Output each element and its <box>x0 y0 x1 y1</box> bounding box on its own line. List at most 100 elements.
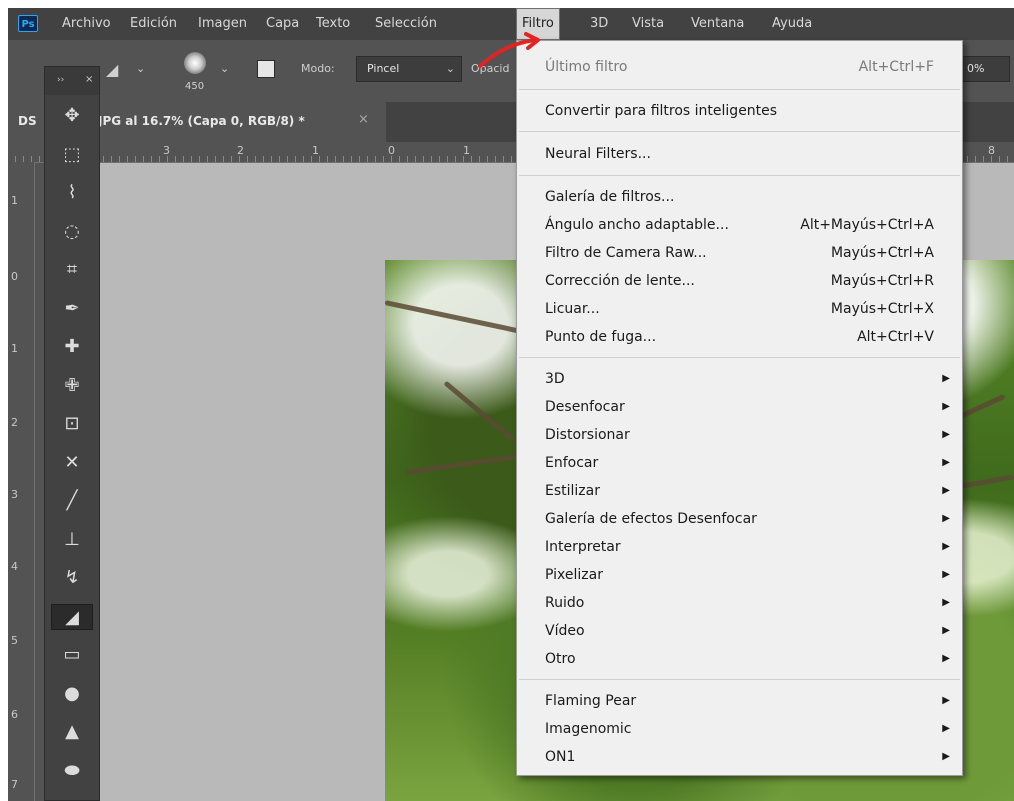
flow-value-field[interactable]: 0% <box>958 56 1010 82</box>
menu-item-galería-de-efectos-desenfocar[interactable]: Galería de efectos Desenfocar ▶ <box>517 505 962 533</box>
menu-item-on1[interactable]: ON1 ▶ <box>517 743 962 771</box>
menu-seleccion[interactable]: Selección <box>375 8 437 40</box>
toolbox-header: ›› × <box>45 67 99 95</box>
menu-archivo[interactable]: Archivo <box>62 8 111 40</box>
submenu-arrow-icon: ▶ <box>942 513 950 524</box>
mode-label: Modo: <box>301 62 335 75</box>
menu-item-otro[interactable]: Otro ▶ <box>517 645 962 673</box>
ruler-number: 1 <box>11 342 18 355</box>
photoshop-logo-icon[interactable]: Ps <box>18 15 38 32</box>
ruler-number: 2 <box>11 416 18 429</box>
document-tab-title: JPG al 16.7% (Capa 0, RGB/8) * <box>98 114 305 128</box>
ruler-number: 7 <box>11 778 18 791</box>
menu-capa[interactable]: Capa <box>266 8 299 40</box>
branch-shape <box>443 380 516 443</box>
ruler-number: 1 <box>463 144 470 157</box>
menu-item-label: Estilizar <box>545 483 600 499</box>
flow-value: 0% <box>967 62 985 75</box>
menu-item-punto-de-fuga[interactable]: Punto de fuga... Alt+Ctrl+V <box>517 323 962 351</box>
menu-item-label: Último filtro <box>545 59 628 75</box>
menu-item-galería-de-filtros[interactable]: Galería de filtros... <box>517 183 962 211</box>
menu-item-label: Licuar... <box>545 301 600 317</box>
menu-item-enfocar[interactable]: Enfocar ▶ <box>517 449 962 477</box>
menu-item-desenfocar[interactable]: Desenfocar ▶ <box>517 393 962 421</box>
ruler-number: 8 <box>988 144 995 157</box>
menu-item-3d[interactable]: 3D ▶ <box>517 365 962 393</box>
crop-tool-icon[interactable]: ⌗ <box>51 257 93 283</box>
expand-toolbox-icon[interactable]: ›› <box>57 75 64 85</box>
menu-item-pixelizar[interactable]: Pixelizar ▶ <box>517 561 962 589</box>
menu-item-shortcut: Mayús+Ctrl+X <box>830 301 934 317</box>
menu-item-shortcut: Alt+Ctrl+F <box>858 59 934 75</box>
toolbox-panel: ›› × ✥ ⬚ ⌇ ◌ ⌗ ✒ ✚ ✙ ⊡ ✕ ╱ ⊥ ↯ ◢ ▭ ● ▲ ⬬ <box>44 66 100 801</box>
blur-tool-icon[interactable]: ● <box>51 681 93 707</box>
preset-dropdown-arrow-icon[interactable]: ⌄ <box>136 62 145 75</box>
dodge-tool-icon[interactable]: ⬬ <box>51 758 93 784</box>
brush-settings-icon[interactable] <box>257 60 275 78</box>
menu-texto[interactable]: Texto <box>316 8 350 40</box>
menu-item-distorsionar[interactable]: Distorsionar ▶ <box>517 421 962 449</box>
healing-brush-tool-icon[interactable]: ✙ <box>51 373 93 399</box>
menu-item-ruido[interactable]: Ruido ▶ <box>517 589 962 617</box>
menu-item-label: Distorsionar <box>545 427 630 443</box>
ruler-number: 1 <box>312 144 319 157</box>
mode-select-value: Pincel <box>367 62 400 75</box>
menu-item-interpretar[interactable]: Interpretar ▶ <box>517 533 962 561</box>
menu-vista[interactable]: Vista <box>632 8 664 40</box>
eraser-preset-icon[interactable]: ◢ <box>106 60 118 79</box>
eraser-tool-icon[interactable]: ◢ <box>51 603 93 630</box>
brush-preview[interactable] <box>184 52 206 74</box>
menu-item-neural-filters[interactable]: Neural Filters... <box>517 140 962 168</box>
branch-shape <box>385 300 533 337</box>
menu-item-estilizar[interactable]: Estilizar ▶ <box>517 477 962 505</box>
menu-item-imagenomic[interactable]: Imagenomic ▶ <box>517 715 962 743</box>
history-brush-tool-icon[interactable]: ↯ <box>51 565 93 591</box>
lasso-tool-icon[interactable]: ⌇ <box>51 180 93 206</box>
menu-item-corrección-de-lente[interactable]: Corrección de lente... Mayús+Ctrl+R <box>517 267 962 295</box>
patch-tool-icon[interactable]: ⊡ <box>51 411 93 437</box>
menu-ayuda[interactable]: Ayuda <box>772 8 812 40</box>
menu-item-ángulo-ancho-adaptable[interactable]: Ángulo ancho adaptable... Alt+Mayús+Ctrl+… <box>517 211 962 239</box>
marquee-tool-icon[interactable]: ⬚ <box>51 142 93 168</box>
clone-stamp-tool-icon[interactable]: ⊥ <box>51 527 93 553</box>
menu-3d[interactable]: 3D <box>590 8 608 40</box>
menu-item-flaming-pear[interactable]: Flaming Pear ▶ <box>517 687 962 715</box>
close-tab-icon[interactable]: × <box>358 112 369 127</box>
quick-selection-tool-icon[interactable]: ◌ <box>51 219 93 245</box>
menu-item-filtro-de-camera-raw[interactable]: Filtro de Camera Raw... Mayús+Ctrl+A <box>517 239 962 267</box>
menu-item-label: Flaming Pear <box>545 693 637 709</box>
brush-dropdown-arrow-icon[interactable]: ⌄ <box>220 62 229 75</box>
submenu-arrow-icon: ▶ <box>942 653 950 664</box>
annotation-arrow-icon <box>478 32 540 68</box>
menu-imagen[interactable]: Imagen <box>198 8 247 40</box>
ruler-number: 2 <box>237 144 244 157</box>
menu-item-shortcut: Alt+Ctrl+V <box>857 329 934 345</box>
menu-item-licuar[interactable]: Licuar... Mayús+Ctrl+X <box>517 295 962 323</box>
submenu-arrow-icon: ▶ <box>942 751 950 762</box>
menu-ventana[interactable]: Ventana <box>691 8 744 40</box>
menu-item-label: Desenfocar <box>545 399 625 415</box>
menu-item-label: Enfocar <box>545 455 599 471</box>
menu-item-last-filter[interactable]: Último filtro Alt+Ctrl+F <box>517 53 962 81</box>
menu-item-vídeo[interactable]: Vídeo ▶ <box>517 617 962 645</box>
submenu-arrow-icon: ▶ <box>942 723 950 734</box>
content-aware-move-tool-icon[interactable]: ✕ <box>51 450 93 476</box>
menu-item-smart-filters[interactable]: Convertir para filtros inteligentes <box>517 97 962 125</box>
menu-item-shortcut: Mayús+Ctrl+A <box>830 245 934 261</box>
ruler-number: 3 <box>163 144 170 157</box>
gradient-tool-icon[interactable]: ▭ <box>51 642 93 668</box>
brush-tool-icon[interactable]: ╱ <box>51 488 93 514</box>
submenu-arrow-icon: ▶ <box>942 597 950 608</box>
close-toolbox-icon[interactable]: × <box>85 74 93 85</box>
menu-item-label: Punto de fuga... <box>545 329 657 345</box>
menu-item-label: Otro <box>545 651 576 667</box>
spot-healing-tool-icon[interactable]: ✚ <box>51 334 93 360</box>
menu-item-shortcut: Mayús+Ctrl+R <box>830 273 934 289</box>
vertical-ruler[interactable]: 1 0 1 2 3 4 5 6 7 <box>8 162 35 801</box>
mode-select[interactable]: Pincel ⌄ <box>356 56 462 82</box>
eyedropper-tool-icon[interactable]: ✒ <box>51 296 93 322</box>
move-tool-icon[interactable]: ✥ <box>51 103 93 129</box>
submenu-arrow-icon: ▶ <box>942 695 950 706</box>
sharpen-tool-icon[interactable]: ▲ <box>51 719 93 745</box>
menu-edicion[interactable]: Edición <box>130 8 177 40</box>
